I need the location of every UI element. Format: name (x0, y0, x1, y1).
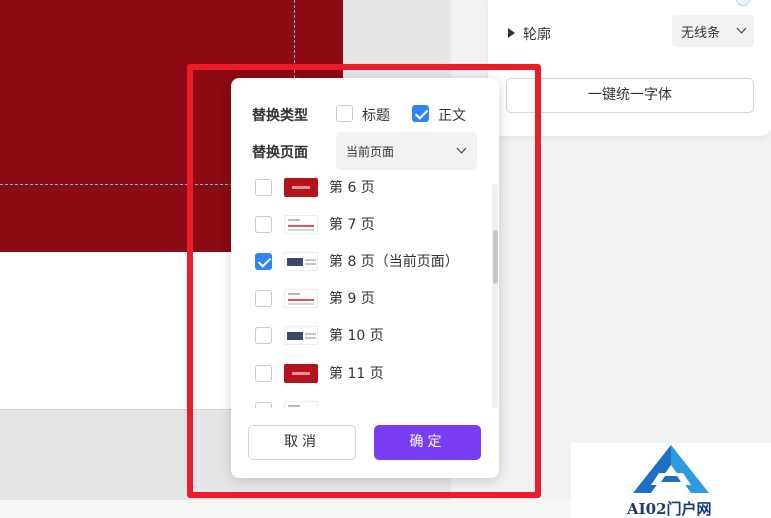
page-item-partial[interactable] (231, 395, 499, 408)
replace-page-label: 替换页面 (252, 145, 308, 161)
chevron-down-icon (736, 23, 747, 34)
page-checkbox[interactable] (255, 179, 272, 196)
watermark: AI02门户网 (571, 443, 771, 518)
confirm-button[interactable]: 确定 (374, 425, 481, 460)
page-item[interactable]: 第 10 页 (231, 320, 499, 352)
page-thumbnail (284, 401, 318, 408)
page-checkbox[interactable] (255, 327, 272, 344)
page-checkbox[interactable] (255, 365, 272, 382)
page-label: 第 10 页 (329, 328, 384, 344)
page-checkbox[interactable] (255, 253, 272, 270)
chevron-down-icon (456, 143, 467, 154)
unify-font-button[interactable]: 一键统一字体 (506, 78, 754, 113)
page-list: 第 6 页 第 7 页 第 8 页（当前页面） 第 9 页 第 10 页 第 1… (231, 176, 499, 408)
line-style-value: 无线条 (681, 26, 721, 41)
page-thumbnail (284, 326, 318, 345)
title-option-label: 标题 (362, 108, 390, 124)
info-icon[interactable] (736, 0, 750, 6)
page-item[interactable]: 第 6 页 (231, 176, 499, 204)
watermark-logo-icon (633, 445, 709, 493)
page-label: 第 6 页 (329, 180, 375, 196)
page-scope-value: 当前页面 (346, 145, 395, 159)
scrollbar-track[interactable] (492, 184, 498, 408)
page-checkbox[interactable] (255, 402, 272, 408)
replace-type-label: 替换类型 (252, 108, 308, 124)
page-item[interactable]: 第 9 页 (231, 283, 499, 315)
page-item[interactable]: 第 8 页（当前页面） (231, 246, 499, 278)
body-option-label: 正文 (438, 108, 466, 124)
replace-font-dialog: 替换类型 标题 正文 替换页面 当前页面 第 6 页 第 7 页 第 8 页（当… (231, 78, 499, 478)
page-label: 第 11 页 (329, 366, 384, 382)
line-style-select[interactable]: 无线条 (672, 15, 754, 47)
outline-label: 轮廓 (523, 27, 551, 43)
page-checkbox[interactable] (255, 290, 272, 307)
page-thumbnail (284, 252, 318, 271)
page-thumbnail (284, 178, 318, 197)
title-checkbox[interactable] (336, 105, 353, 122)
page-thumbnail (284, 215, 318, 234)
page-item[interactable]: 第 11 页 (231, 358, 499, 390)
page-label: 第 7 页 (329, 217, 375, 233)
page-label: 第 9 页 (329, 291, 375, 307)
expand-triangle-icon[interactable] (508, 28, 515, 38)
scrollbar-thumb[interactable] (493, 230, 498, 284)
page-thumbnail (284, 364, 318, 383)
cancel-button[interactable]: 取消 (248, 425, 356, 460)
outline-row[interactable]: 轮廓 无线条 (508, 15, 758, 47)
page-scope-select[interactable]: 当前页面 (336, 132, 477, 170)
page-thumbnail (284, 289, 318, 308)
page-item[interactable]: 第 7 页 (231, 209, 499, 241)
body-checkbox[interactable] (412, 105, 429, 122)
watermark-text: AI02门户网 (627, 500, 712, 518)
page-label: 第 8 页（当前页面） (329, 254, 459, 270)
page-checkbox[interactable] (255, 216, 272, 233)
